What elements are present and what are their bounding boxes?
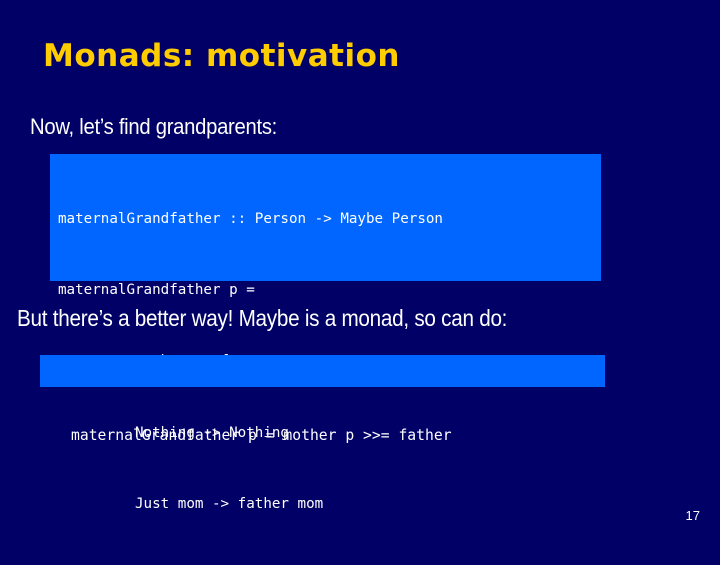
followup-text: But there’s a better way! Maybe is a mon… [17,305,508,331]
code-block-case-expression: maternalGrandfather :: Person -> Maybe P… [50,154,601,512]
code-line: maternalGrandfather :: Person -> Maybe P… [58,210,443,227]
code-block-bind-operator: maternalGrandfather p = mother p >>= fat… [40,355,605,444]
page-number: 17 [685,508,700,523]
intro-text: Now, let’s find grandparents: [30,114,278,139]
slide-title: Monads: motivation [43,38,400,74]
code-line: maternalGrandfather p = [58,281,255,298]
code-line: maternalGrandfather p = mother p >>= fat… [71,426,452,444]
